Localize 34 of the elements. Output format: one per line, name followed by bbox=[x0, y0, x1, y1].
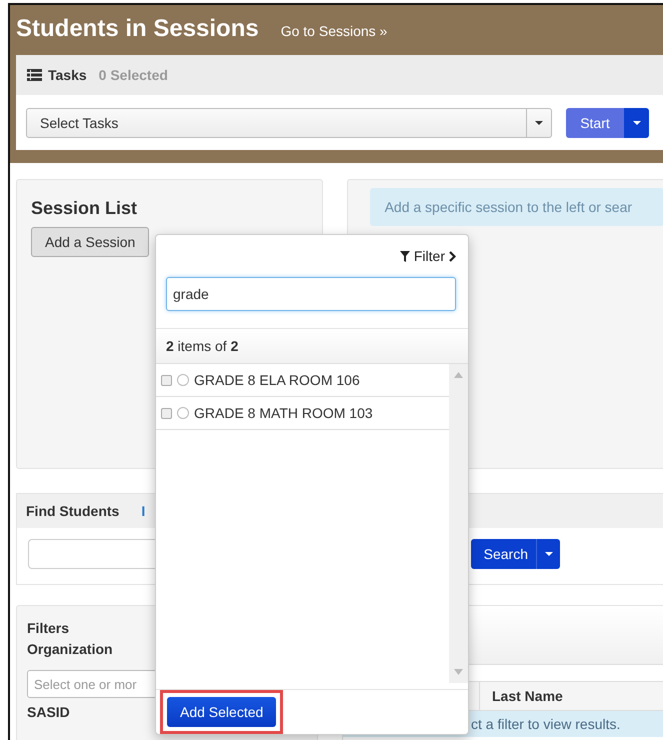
find-students-link[interactable]: I bbox=[141, 503, 146, 519]
selected-count: 0 Selected bbox=[98, 67, 168, 83]
session-search-field[interactable]: grade bbox=[166, 277, 456, 311]
go-to-sessions-link[interactable]: Go to Sessions » bbox=[280, 23, 388, 39]
organization-label: Organization bbox=[27, 640, 113, 659]
checkbox[interactable] bbox=[161, 408, 172, 418]
start-button[interactable]: Start bbox=[566, 108, 624, 138]
items-count: 2 items of 2 bbox=[156, 328, 468, 364]
search-dropdown-button[interactable] bbox=[536, 539, 560, 569]
caret-icon bbox=[535, 120, 543, 124]
search-button[interactable]: Search bbox=[471, 539, 536, 569]
session-list-title: Session List bbox=[31, 198, 138, 219]
find-students-title: Find Students bbox=[26, 503, 120, 519]
session-info-message: Add a specific session to the left or sear bbox=[370, 188, 663, 226]
add-session-button[interactable]: Add a Session bbox=[31, 227, 150, 257]
tasks-icon bbox=[27, 69, 42, 81]
scroll-up-icon[interactable] bbox=[454, 372, 463, 378]
select-tasks-dropdown[interactable]: Select Tasks bbox=[26, 108, 552, 138]
filters-title: Filters bbox=[27, 619, 70, 638]
sasid-label: SASID bbox=[27, 703, 70, 722]
chevron-right-icon bbox=[449, 250, 456, 262]
scrollbar[interactable] bbox=[449, 364, 468, 683]
session-list-item[interactable]: GRADE 8 MATH ROOM 103 bbox=[156, 397, 449, 430]
filter-link[interactable]: Filter bbox=[400, 245, 456, 267]
start-dropdown-button[interactable] bbox=[624, 108, 649, 138]
filter-icon bbox=[400, 250, 410, 262]
checkbox[interactable] bbox=[161, 374, 172, 386]
radio-button[interactable] bbox=[177, 407, 189, 419]
page-title: Students in Sessions bbox=[16, 15, 259, 43]
tasks-label: Tasks bbox=[48, 67, 87, 83]
radio-button[interactable] bbox=[177, 374, 189, 386]
add-selected-button[interactable]: Add Selected bbox=[167, 697, 276, 727]
scroll-down-icon[interactable] bbox=[454, 669, 463, 675]
session-list-item[interactable]: GRADE 8 ELA ROOM 106 bbox=[156, 364, 449, 397]
